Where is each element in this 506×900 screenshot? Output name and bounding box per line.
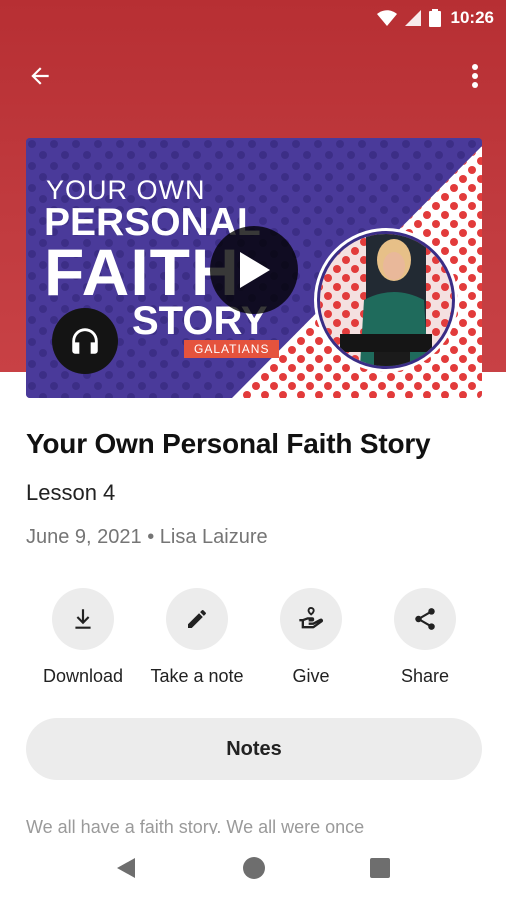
signal-icon [404, 10, 421, 26]
give-button[interactable]: Give [254, 588, 368, 687]
battery-icon [428, 9, 441, 27]
thumbnail-tag: GALATIANS [184, 340, 280, 358]
episode-title: Your Own Personal Faith Story [26, 428, 431, 459]
download-icon [75, 609, 91, 629]
share-icon [415, 608, 435, 630]
download-label: Download [42, 666, 124, 686]
audio-button[interactable] [52, 308, 118, 374]
arrow-left-icon [31, 67, 49, 85]
give-hand-heart-icon [299, 607, 323, 629]
wifi-icon [376, 10, 397, 26]
more-options-button[interactable] [460, 58, 490, 94]
take-note-label: Take a note [150, 666, 244, 686]
notes-button[interactable]: Notes [26, 718, 482, 780]
nav-back-button[interactable] [112, 854, 140, 882]
action-bar: Download Take a note Give Share [26, 588, 482, 698]
nav-back-icon [117, 858, 135, 878]
status-bar: 10:26 [0, 0, 506, 36]
share-button[interactable]: Share [368, 588, 482, 687]
episode-subtitle: Lesson 4 [26, 480, 116, 505]
thumbnail-line-1: YOUR OWN [46, 175, 206, 205]
give-label: Give [292, 666, 330, 686]
play-icon [240, 252, 270, 288]
nav-recents-icon [370, 858, 390, 878]
system-nav-bar [0, 834, 506, 900]
take-note-button[interactable]: Take a note [140, 588, 254, 687]
give-circle[interactable] [280, 588, 342, 650]
share-circle[interactable] [394, 588, 456, 650]
more-vertical-icon [472, 64, 478, 88]
nav-home-button[interactable] [240, 854, 268, 882]
headphones-icon [72, 328, 98, 354]
description-text: We all have a faith story. We all were o… [26, 818, 482, 834]
nav-recents-button[interactable] [366, 854, 394, 882]
nav-home-icon [243, 857, 265, 879]
clock: 10:26 [450, 8, 494, 27]
download-circle[interactable] [52, 588, 114, 650]
episode-meta: June 9, 2021 • Lisa Laizure [26, 526, 268, 548]
back-button[interactable] [22, 58, 58, 94]
play-button[interactable] [210, 226, 298, 314]
download-button[interactable]: Download [26, 588, 140, 687]
pencil-icon [188, 609, 206, 628]
share-label: Share [400, 666, 450, 686]
take-note-circle[interactable] [166, 588, 228, 650]
description-line: We all have a faith story. We all were o… [26, 818, 365, 834]
